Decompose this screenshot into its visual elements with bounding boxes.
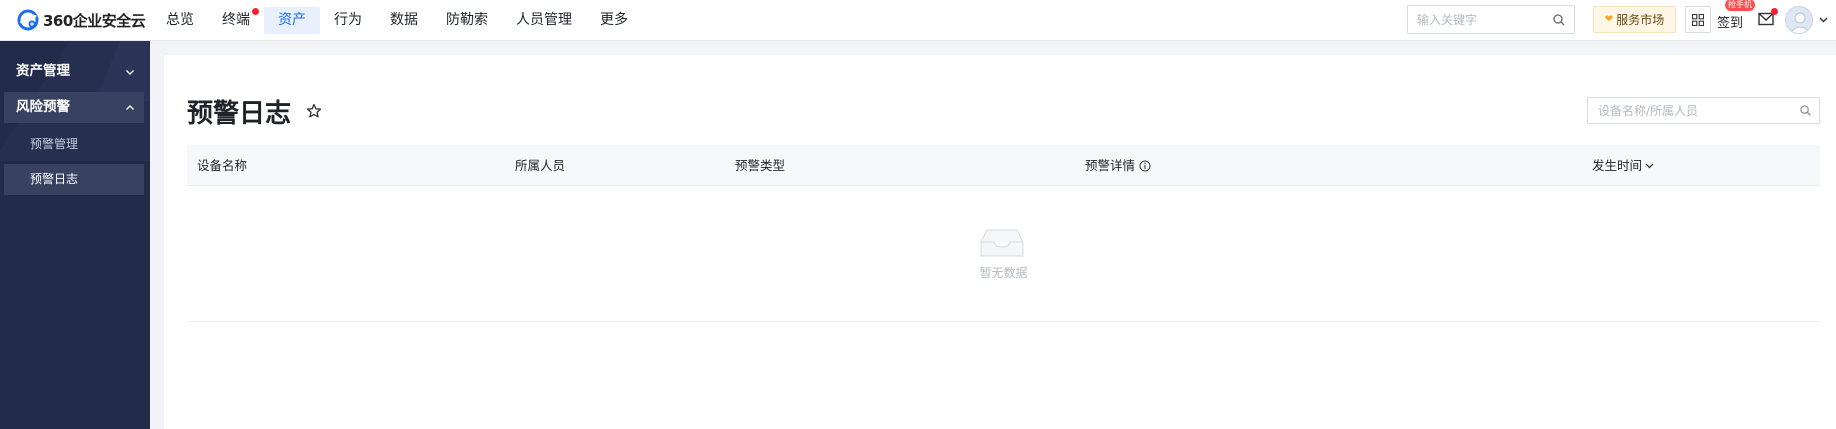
nav-label: 人员管理 [516,12,572,28]
column-owner: 所属人员 [515,145,565,186]
user-icon [1789,12,1811,33]
service-market-label: 服务市场 [1616,13,1665,27]
table-header: 设备名称 所属人员 预警类型 预警详情 发生时间 [187,145,1820,186]
sign-in-link[interactable]: 签到 [1717,12,1743,31]
main-content: 预警日志 设备名称 所属人员 预警类型 预警详情 发生时间 [164,55,1836,429]
nav-label: 数据 [390,12,418,28]
sidebar-group-risk-warning[interactable]: 风险预警 [4,92,144,123]
search-icon[interactable] [1553,14,1565,26]
nav-behavior[interactable]: 行为 [320,7,376,34]
sidebar-item-label: 预警日志 [30,172,79,186]
brand-name: 360企业安全云 [43,11,146,30]
nav-people-management[interactable]: 人员管理 [502,7,586,34]
nav-label: 终端 [222,12,250,28]
top-bar: 360企业安全云 总览 终端 资产 行为 数据 防勒索 人员管理 更多 ❤ 服务… [0,0,1836,41]
nav-terminal[interactable]: 终端 [208,7,264,34]
heart-icon: ❤ [1604,14,1614,25]
chevron-down-icon[interactable] [1819,15,1828,24]
chevron-up-icon [126,105,134,110]
column-label: 设备名称 [197,158,248,173]
sidebar: 资产管理 风险预警 预警管理 预警日志 [0,41,150,429]
chevron-down-icon [126,70,134,75]
nav-label: 总览 [166,12,194,28]
column-occurred-time[interactable]: 发生时间 [1592,145,1654,186]
notification-dot [252,8,259,15]
nav-assets[interactable]: 资产 [264,7,320,34]
service-market-button[interactable]: ❤ 服务市场 [1593,6,1676,33]
column-label: 所属人员 [515,158,566,173]
nav-label: 资产 [278,12,306,28]
global-search [1407,5,1575,34]
page-title: 预警日志 [187,99,292,129]
empty-text: 暂无数据 [979,266,1028,280]
nav-label: 行为 [334,12,362,28]
star-icon[interactable] [306,103,322,119]
logo-icon [17,9,39,31]
user-avatar[interactable] [1785,6,1813,34]
sidebar-item-warning-log[interactable]: 预警日志 [4,164,144,195]
column-label: 预警类型 [735,158,786,173]
notification-dot [1771,8,1778,15]
sidebar-group-label: 资产管理 [16,63,70,79]
app-grid-button[interactable] [1685,6,1711,33]
grid-icon [1692,13,1704,26]
nav-label: 更多 [600,12,628,28]
main-nav: 总览 终端 资产 行为 数据 防勒索 人员管理 更多 [152,7,642,34]
column-warning-type: 预警类型 [735,145,785,186]
sidebar-group-label: 风险预警 [16,99,70,115]
info-icon[interactable] [1139,160,1151,172]
sidebar-item-label: 预警管理 [30,137,79,151]
chevron-down-icon [1645,163,1654,169]
nav-overview[interactable]: 总览 [152,7,208,34]
search-icon[interactable] [1800,105,1811,116]
column-label: 预警详情 [1085,158,1136,173]
phone-promo-badge: 抢手机 [1725,0,1755,11]
sidebar-group-asset-management[interactable]: 资产管理 [4,56,144,87]
sidebar-item-warning-management[interactable]: 预警管理 [4,129,144,160]
column-device-name: 设备名称 [197,145,247,186]
global-search-input[interactable] [1408,6,1544,33]
table-empty-state: 暂无数据 [187,186,1820,322]
empty-inbox-icon [980,229,1024,257]
nav-more[interactable]: 更多 [586,7,642,34]
device-search-input[interactable] [1588,98,1788,123]
nav-label: 防勒索 [446,12,488,28]
brand-logo[interactable]: 360企业安全云 [17,8,146,32]
device-search [1587,97,1820,124]
column-warning-details: 预警详情 [1085,145,1151,186]
nav-data[interactable]: 数据 [376,7,432,34]
nav-anti-ransomware[interactable]: 防勒索 [432,7,502,34]
column-label: 发生时间 [1592,158,1643,173]
